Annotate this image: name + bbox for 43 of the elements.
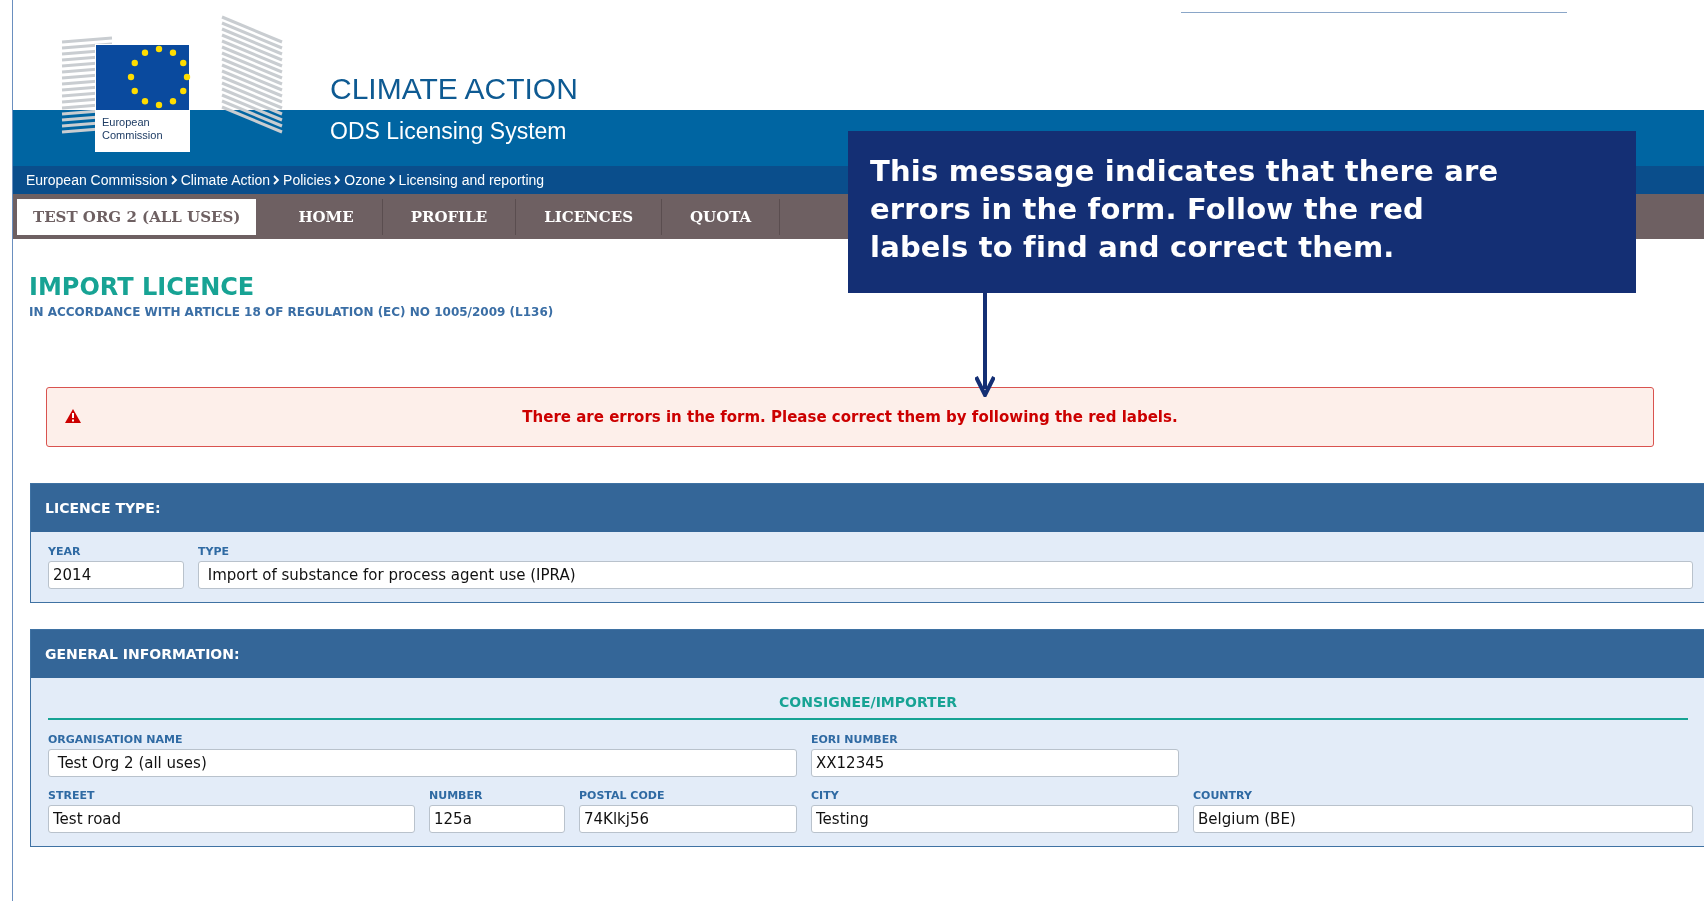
nav-tab[interactable]: QUOTA bbox=[662, 198, 781, 235]
section-header: LICENCE TYPE: bbox=[31, 484, 1704, 532]
page-subtitle: IN ACCORDANCE WITH ARTICLE 18 OF REGULATION (EC) NO 1005/2009 (L136) bbox=[29, 305, 555, 319]
input-field[interactable]: 74Klkj56 bbox=[579, 805, 797, 833]
annotation-callout: This message indicates that there are errors in the form. Follow the red labels to find and correct them. bbox=[848, 131, 1636, 293]
chevron-icon bbox=[388, 175, 396, 185]
chevron-icon bbox=[170, 175, 178, 185]
site-title: CLIMATE ACTION bbox=[330, 72, 578, 106]
input-field[interactable]: 125a bbox=[429, 805, 565, 833]
field-label: YEAR bbox=[48, 545, 82, 558]
nav-tab[interactable]: HOME bbox=[270, 198, 383, 235]
european-commission-logo: European Commission bbox=[52, 12, 296, 152]
input-field[interactable]: Test Org 2 (all uses) bbox=[48, 749, 797, 777]
chevron-icon bbox=[334, 175, 342, 185]
nav-tab[interactable]: PROFILE bbox=[382, 198, 517, 235]
breadcrumb-link[interactable]: Policies bbox=[283, 172, 332, 188]
nav-tab[interactable]: LICENCES bbox=[516, 198, 662, 235]
site-subtitle: ODS Licensing System bbox=[330, 118, 568, 144]
warning-icon bbox=[65, 409, 81, 423]
input-field[interactable]: Testing bbox=[811, 805, 1179, 833]
breadcrumb-link[interactable]: Ozone bbox=[344, 172, 386, 188]
field-label: CITY bbox=[811, 789, 840, 802]
input-field[interactable]: Belgium (BE) bbox=[1193, 805, 1693, 833]
field-label: STREET bbox=[48, 789, 96, 802]
breadcrumb-link[interactable]: European Commission bbox=[26, 172, 168, 188]
error-message: There are errors in the form. Please correct them by following the red labels. bbox=[521, 408, 1179, 426]
field-label: COUNTRY bbox=[1193, 789, 1253, 802]
input-field[interactable]: Import of substance for process agent use (IPRA) bbox=[198, 561, 1693, 589]
field-label: TYPE bbox=[198, 545, 231, 558]
field-label: EORI NUMBER bbox=[811, 733, 899, 746]
input-field[interactable]: Test road bbox=[48, 805, 415, 833]
field-label: NUMBER bbox=[429, 789, 484, 802]
page-title: IMPORT LICENCE bbox=[29, 273, 256, 301]
input-field[interactable]: 2014 bbox=[48, 561, 184, 589]
chevron-icon bbox=[273, 175, 281, 185]
nav-tab[interactable]: TEST ORG 2 (ALL USES) bbox=[17, 198, 257, 235]
breadcrumb-link[interactable]: Licensing and reporting bbox=[398, 172, 545, 188]
breadcrumb-link[interactable]: Climate Action bbox=[180, 172, 271, 188]
section-subheading: CONSIGNEE/IMPORTER bbox=[48, 686, 1688, 720]
field-label: ORGANISATION NAME bbox=[48, 733, 184, 746]
input-field[interactable]: XX12345 bbox=[811, 749, 1179, 777]
section-header: GENERAL INFORMATION: bbox=[31, 630, 1704, 678]
field-label: POSTAL CODE bbox=[579, 789, 666, 802]
